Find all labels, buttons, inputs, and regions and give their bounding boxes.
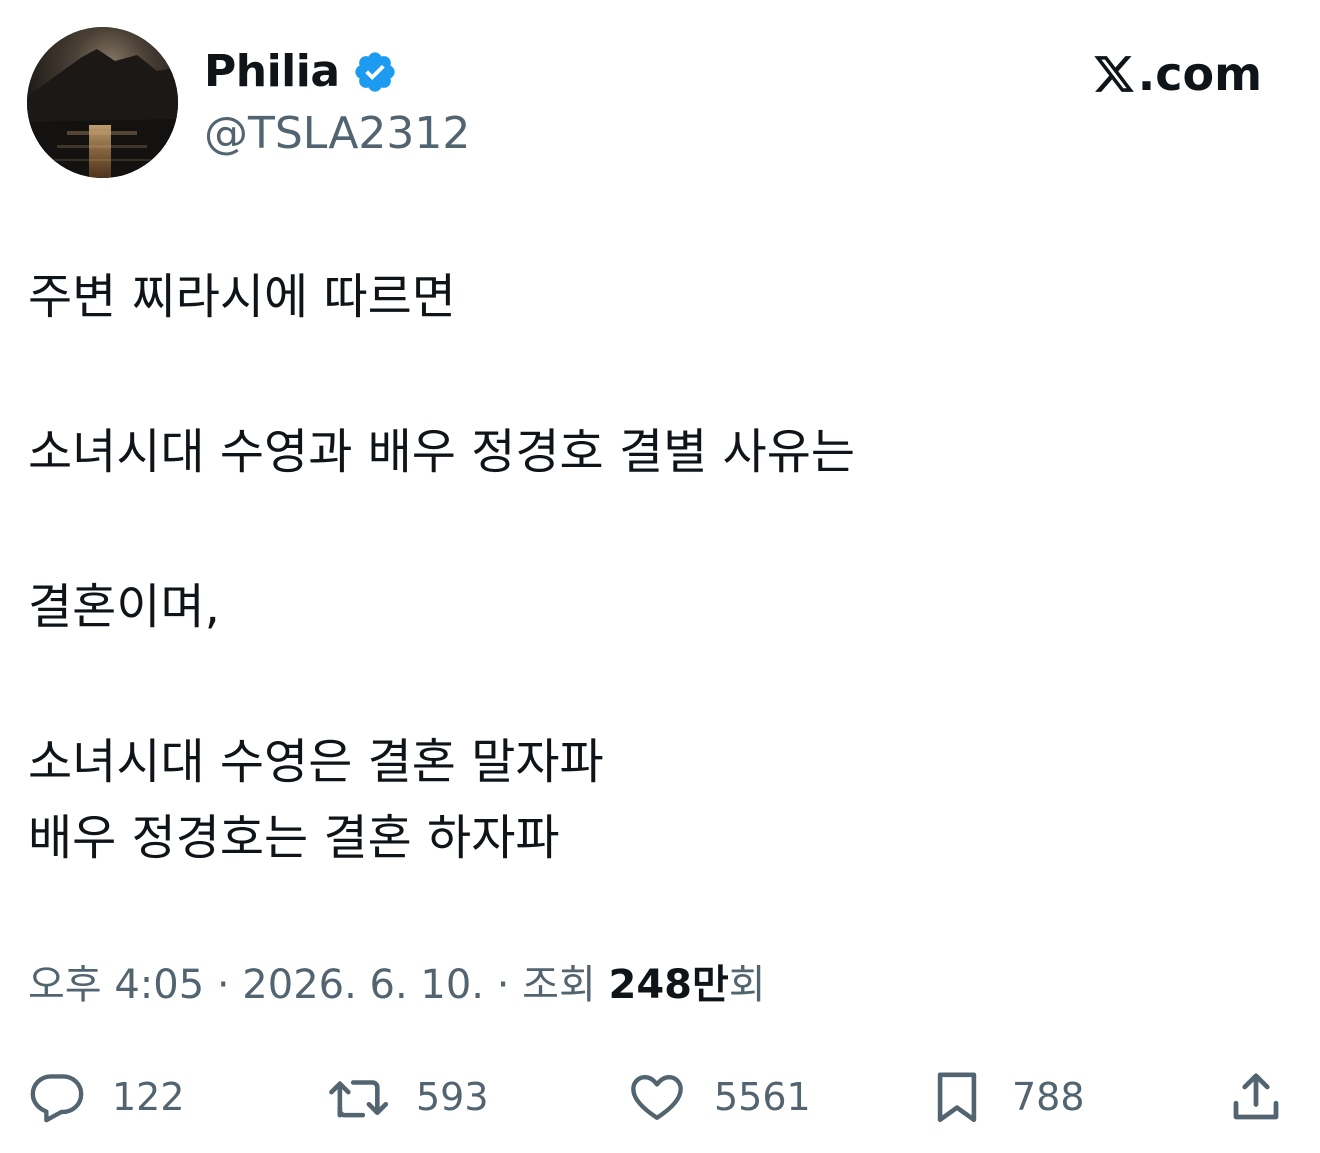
bookmark-button[interactable]: 788 (928, 1062, 1085, 1132)
tweet-line: 주변 찌라시에 따르면 (28, 269, 456, 325)
avatar-image (27, 27, 178, 178)
views-count[interactable]: 248만 (609, 962, 729, 1008)
x-logo-icon (1092, 52, 1136, 96)
retweet-icon (326, 1068, 390, 1126)
reply-icon (28, 1068, 86, 1126)
author-display-name[interactable]: Philia (204, 44, 340, 100)
share-button[interactable] (1226, 1062, 1286, 1132)
meta-separator: · (484, 962, 523, 1008)
author-handle[interactable]: @TSLA2312 (204, 106, 470, 162)
author-avatar[interactable] (27, 27, 178, 178)
tweet-metadata: 오후 4:05 · 2026. 6. 10. · 조회 248만회 (28, 953, 766, 1017)
bookmark-count: 788 (1012, 1075, 1085, 1119)
reply-button[interactable]: 122 (28, 1062, 185, 1132)
retweet-count: 593 (416, 1075, 489, 1119)
tweet-date[interactable]: 2026. 6. 10. (242, 962, 484, 1008)
like-count: 5561 (714, 1075, 811, 1119)
author-name-row: Philia (204, 44, 398, 100)
tweet-line: 소녀시대 수영은 결혼 말자파 (28, 734, 604, 790)
share-icon (1226, 1067, 1286, 1127)
like-button[interactable]: 5561 (626, 1062, 811, 1132)
tweet-action-bar: 122 593 5561 788 (0, 1062, 1320, 1132)
brand-domain-text: .com (1137, 47, 1262, 101)
views-prefix: 조회 (522, 962, 609, 1008)
verified-badge-icon[interactable] (352, 49, 398, 95)
meta-separator: · (204, 962, 243, 1008)
tweet-time[interactable]: 오후 4:05 (28, 962, 204, 1008)
tweet-line: 배우 정경호는 결혼 하자파 (28, 810, 560, 866)
bookmark-icon (928, 1066, 986, 1128)
views-suffix: 회 (728, 962, 766, 1008)
reply-count: 122 (112, 1075, 185, 1119)
tweet-line: 소녀시대 수영과 배우 정경호 결별 사유는 (28, 424, 856, 480)
retweet-button[interactable]: 593 (326, 1062, 489, 1132)
tweet-line: 결혼이며, (28, 579, 220, 635)
brand-logo: .com (1092, 44, 1262, 104)
heart-icon (626, 1068, 688, 1126)
